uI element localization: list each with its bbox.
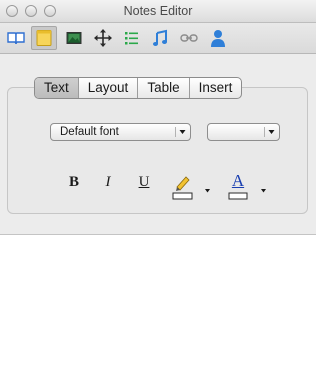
font-size-select[interactable] [207, 123, 280, 141]
tab-insert[interactable]: Insert [188, 78, 242, 98]
text-color-swatch-icon [228, 192, 248, 200]
list-icon [125, 32, 138, 45]
text-color-button[interactable]: A [226, 171, 250, 202]
toolbar-image-button[interactable] [61, 26, 87, 50]
underline-button[interactable]: U [137, 174, 151, 191]
image-icon [66, 32, 82, 44]
italic-button[interactable]: I [101, 174, 115, 191]
chevron-down-icon [261, 189, 266, 193]
tab-text[interactable]: Text [35, 78, 78, 98]
toolbar-move-button[interactable] [90, 26, 116, 50]
bold-button[interactable]: B [67, 174, 81, 191]
music-note-icon [153, 29, 167, 46]
toolbar-list-button[interactable] [118, 26, 144, 50]
tab-layout[interactable]: Layout [77, 78, 138, 98]
tab-table[interactable]: Table [137, 78, 188, 98]
tab-bar: Text Layout Table Insert [34, 77, 243, 99]
person-icon [211, 30, 225, 47]
highlight-color-button[interactable] [171, 172, 195, 202]
toolbar [0, 23, 316, 54]
highlighter-icon [172, 176, 193, 200]
window-title: Notes Editor [123, 4, 193, 18]
chevron-down-icon [175, 127, 186, 137]
toolbar-note-button[interactable] [31, 26, 57, 50]
toolbar-link-button[interactable] [176, 26, 202, 50]
font-family-select[interactable]: Default font [50, 123, 191, 141]
toolbar-book-button[interactable] [3, 26, 29, 50]
font-family-value: Default font [60, 126, 119, 138]
move-arrows-icon [94, 29, 112, 47]
book-icon [7, 32, 25, 45]
toolbar-person-button[interactable] [205, 26, 231, 50]
note-icon [36, 30, 52, 46]
highlight-color-dropdown[interactable] [204, 181, 211, 199]
link-icon [180, 34, 198, 42]
title-bar: Notes Editor [0, 0, 316, 23]
chevron-down-icon [264, 127, 275, 137]
chevron-down-icon [205, 189, 210, 193]
toolbar-music-button[interactable] [147, 26, 173, 50]
text-color-dropdown[interactable] [260, 181, 267, 199]
app-window: Notes Editor Text Layout Table Insert De… [0, 0, 316, 235]
